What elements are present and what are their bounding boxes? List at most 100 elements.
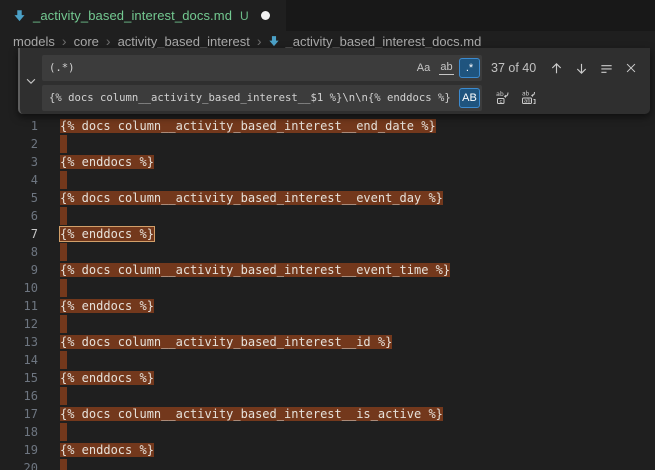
line-number[interactable]: 8	[0, 243, 38, 261]
line-number[interactable]: 6	[0, 207, 38, 225]
code-line-13[interactable]: 13 {% docs column__activity_based_interes…	[0, 333, 655, 351]
line-number[interactable]: 16	[0, 387, 38, 405]
unsaved-changes-dot[interactable]	[261, 11, 270, 20]
code-line-6[interactable]: 6	[0, 207, 655, 225]
markdown-file-icon	[268, 35, 280, 47]
line-number[interactable]: 2	[0, 135, 38, 153]
code-line-5[interactable]: 5{% docs column__activity_based_interest…	[0, 189, 655, 207]
line-number[interactable]: 9	[0, 261, 38, 279]
chevron-right-icon: ›	[62, 34, 67, 48]
empty-line-match-highlight	[60, 351, 67, 369]
close-find-button[interactable]	[620, 57, 642, 79]
chevron-right-icon: ›	[106, 34, 111, 48]
replace-button[interactable]: ab c	[492, 87, 514, 109]
code-line-16[interactable]: 16	[0, 387, 655, 405]
svg-text:c: c	[499, 99, 502, 105]
line-number[interactable]: 7	[0, 225, 38, 243]
code-line-19[interactable]: 19 {% enddocs %}	[0, 441, 655, 459]
line-content	[60, 351, 655, 369]
tab-bar: _activity_based_interest_docs.md U	[0, 0, 655, 31]
vscode-editor-window: { "tab": { "filename": "_activity_based_…	[0, 0, 655, 470]
tab-activity-docs[interactable]: _activity_based_interest_docs.md U	[0, 0, 286, 31]
replace-row: {% docs column__activity_based_interest_…	[42, 85, 644, 111]
current-find-match: {% enddocs %}	[60, 227, 154, 241]
breadcrumb-item-activity-based-interest[interactable]: activity_based_interest	[118, 34, 250, 49]
line-content	[60, 243, 655, 261]
preserve-case-button[interactable]: AB	[459, 88, 480, 108]
find-match-highlight: {% enddocs %}	[60, 443, 154, 457]
code-line-3[interactable]: 3 {% enddocs %}	[0, 153, 655, 171]
line-content	[60, 423, 655, 441]
match-case-button[interactable]: Aa	[413, 58, 434, 78]
line-number[interactable]: 13	[0, 333, 38, 351]
line-number[interactable]: 10	[0, 279, 38, 297]
previous-match-button[interactable]	[545, 57, 567, 79]
line-number[interactable]: 12	[0, 315, 38, 333]
find-match-highlight: {% docs column__activity_based_interest_…	[60, 407, 443, 421]
code-line-10[interactable]: 10	[0, 279, 655, 297]
find-in-selection-icon	[599, 61, 614, 76]
line-number[interactable]: 11	[0, 297, 38, 315]
line-number[interactable]: 17	[0, 405, 38, 423]
line-number[interactable]: 14	[0, 351, 38, 369]
line-content	[60, 387, 655, 405]
replace-icon: ab c	[495, 90, 511, 106]
replace-all-icon: ab ab	[521, 90, 537, 106]
line-number[interactable]: 18	[0, 423, 38, 441]
find-match-highlight: {% docs column__activity_based_interest_…	[60, 335, 392, 349]
find-match-highlight: {% enddocs %}	[60, 155, 154, 169]
code-line-20[interactable]: 20	[0, 459, 655, 470]
whole-word-button[interactable]: ab	[436, 58, 457, 78]
line-content: {% docs column__activity_based_interest_…	[60, 405, 655, 423]
code-line-4[interactable]: 4	[0, 171, 655, 189]
chevron-down-icon	[24, 74, 38, 88]
code-line-15[interactable]: 15{% enddocs %}	[0, 369, 655, 387]
code-line-1[interactable]: 1 {% docs column__activity_based_interest…	[0, 117, 655, 135]
find-replace-widget: (.*) Aa ab .* 37 of 40	[18, 48, 650, 114]
line-content	[60, 459, 655, 470]
breadcrumb-file-label: _activity_based_interest_docs.md	[285, 34, 481, 49]
line-number[interactable]: 3	[0, 153, 38, 171]
replace-all-button[interactable]: ab ab	[518, 87, 540, 109]
next-match-button[interactable]	[570, 57, 592, 79]
svg-text:ab: ab	[522, 91, 530, 98]
line-content	[60, 207, 655, 225]
line-content	[60, 315, 655, 333]
chevron-right-icon: ›	[257, 34, 262, 48]
code-line-14[interactable]: 14	[0, 351, 655, 369]
line-content: {% docs column__activity_based_interest_…	[60, 333, 655, 351]
find-in-selection-button[interactable]	[595, 57, 617, 79]
git-status-badge: U	[240, 9, 249, 23]
search-input[interactable]: (.*) Aa ab .*	[42, 55, 482, 81]
empty-line-match-highlight	[60, 135, 67, 153]
code-line-9[interactable]: 9{% docs column__activity_based_interest…	[0, 261, 655, 279]
line-number[interactable]: 5	[0, 189, 38, 207]
code-line-7[interactable]: 7 {% enddocs %}	[0, 225, 655, 243]
line-content: {% docs column__activity_based_interest_…	[60, 117, 655, 135]
empty-line-match-highlight	[60, 315, 67, 333]
breadcrumb-item-file[interactable]: _activity_based_interest_docs.md	[268, 34, 481, 49]
code-line-18[interactable]: 18	[0, 423, 655, 441]
line-number[interactable]: 4	[0, 171, 38, 189]
code-line-11[interactable]: 11 {% enddocs %}	[0, 297, 655, 315]
replace-input[interactable]: {% docs column__activity_based_interest_…	[42, 85, 482, 111]
code-line-8[interactable]: 8	[0, 243, 655, 261]
line-content	[60, 279, 655, 297]
line-number[interactable]: 1	[0, 117, 38, 135]
toggle-replace-button[interactable]	[22, 72, 40, 90]
line-number[interactable]: 20	[0, 459, 38, 470]
line-number[interactable]: 15	[0, 369, 38, 387]
code-line-12[interactable]: 12	[0, 315, 655, 333]
match-count: 37 of 40	[491, 61, 536, 75]
code-line-2[interactable]: 2	[0, 135, 655, 153]
breadcrumb-item-core[interactable]: core	[74, 34, 99, 49]
breadcrumb-item-models[interactable]: models	[13, 34, 55, 49]
code-line-17[interactable]: 17 {% docs column__activity_based_interes…	[0, 405, 655, 423]
use-regex-button[interactable]: .*	[459, 58, 480, 78]
empty-line-match-highlight	[60, 423, 67, 441]
line-number[interactable]: 19	[0, 441, 38, 459]
line-content: {% enddocs %}	[60, 153, 655, 171]
line-content: {% enddocs %}	[60, 225, 655, 243]
svg-text:ab: ab	[524, 99, 531, 105]
line-content: {% enddocs %}	[60, 297, 655, 315]
